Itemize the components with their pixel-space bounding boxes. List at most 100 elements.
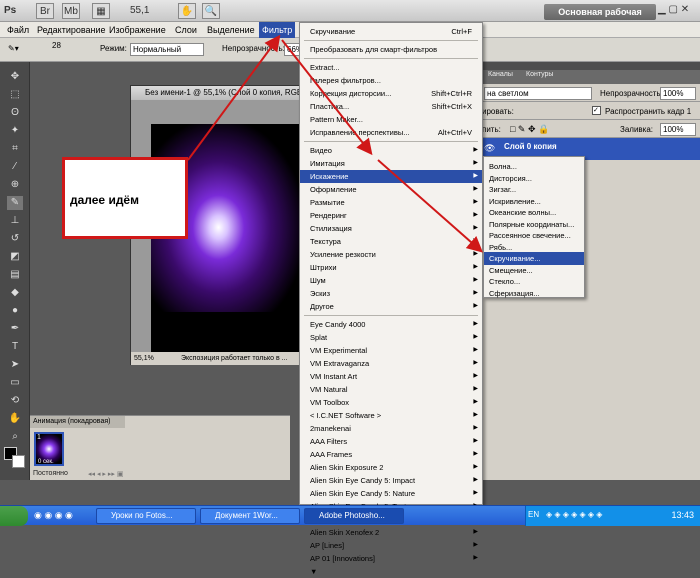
type-tool-icon[interactable]: T: [7, 340, 23, 354]
filter-menu-item[interactable]: VM Experimental ▶: [300, 344, 482, 357]
filter-menu-item[interactable]: Усиление резкости ▶: [300, 248, 482, 261]
eraser-icon[interactable]: ◩: [7, 250, 23, 264]
blend-mode-select[interactable]: на светлом: [484, 87, 592, 100]
pen-tool-icon[interactable]: ✒: [7, 322, 23, 336]
brush-tool-icon[interactable]: ✎: [7, 196, 23, 210]
filter-menu-item[interactable]: Текстура ▶: [300, 235, 482, 248]
layer-name[interactable]: Слой 0 копия: [504, 142, 557, 151]
canvas-image-lower[interactable]: [151, 312, 301, 352]
filter-menu-item[interactable]: Рендеринг ▶: [300, 209, 482, 222]
path-select-icon[interactable]: ➤: [7, 358, 23, 372]
filter-menu-item[interactable]: Оформление ▶: [300, 183, 482, 196]
gradient-icon[interactable]: ▤: [7, 268, 23, 282]
filter-menu-item[interactable]: Коррекция дисторсии... Shift+Ctrl+R: [300, 87, 482, 100]
zoom-tool-icon[interactable]: ⌕: [7, 430, 23, 444]
filter-menu-item[interactable]: Extract...: [300, 61, 482, 74]
animation-tab[interactable]: Анимация (покадровая): [30, 416, 125, 428]
filter-menu-item[interactable]: AAA Filters ▶: [300, 435, 482, 448]
fill-field[interactable]: 100%: [660, 123, 696, 136]
playback-buttons[interactable]: ◂◂ ◂ ▸ ▸▸ ▣: [88, 470, 123, 478]
filter-menu-item[interactable]: VM Toolbox ▶: [300, 396, 482, 409]
filter-menu-item[interactable]: VM Extravaganza ▶: [300, 357, 482, 370]
filter-menu-item[interactable]: Преобразовать для смарт-фильтров: [300, 43, 482, 56]
filter-menu-item[interactable]: Эскиз ▶: [300, 287, 482, 300]
bridge-icon[interactable]: Br: [36, 3, 54, 19]
filter-menu-item[interactable]: Исправление перспективы... Alt+Ctrl+V: [300, 126, 482, 139]
document-title[interactable]: Без имени-1 @ 55,1% (Слой 0 копия, RGB: [131, 86, 301, 100]
filter-menu-item[interactable]: Размытие ▶: [300, 196, 482, 209]
filter-menu-item[interactable]: Стилизация ▶: [300, 222, 482, 235]
filter-menu-item[interactable]: Скручивание Ctrl+F: [300, 25, 482, 38]
animation-frame[interactable]: 1 0 сек.: [34, 432, 64, 466]
filter-menu-item[interactable]: VM Natural ▶: [300, 383, 482, 396]
taskbar-btn-browser[interactable]: Уроки по Fotos...: [96, 508, 196, 524]
loop-select[interactable]: Постоянно: [33, 470, 68, 477]
filter-menu-item[interactable]: AAA Frames ▶: [300, 448, 482, 461]
filter-menu-item[interactable]: Alien Skin Exposure 2 ▶: [300, 461, 482, 474]
blur-tool-icon[interactable]: ◆: [7, 286, 23, 300]
eye-icon[interactable]: 👁: [484, 143, 495, 154]
brush-tool-icon[interactable]: ✎▾: [8, 44, 19, 53]
filter-menu-item[interactable]: < I.C.NET Software > ▶: [300, 409, 482, 422]
lasso-tool-icon[interactable]: ʘ: [7, 106, 23, 120]
filter-menu-item[interactable]: Галерея фильтров...: [300, 74, 482, 87]
history-brush-icon[interactable]: ↺: [7, 232, 23, 246]
menu-edit[interactable]: Редактирование: [34, 22, 109, 38]
menu-filter[interactable]: Фильтр: [259, 22, 296, 38]
brush-size[interactable]: 28: [52, 41, 61, 50]
hand-tool-icon[interactable]: ✋: [7, 412, 23, 426]
zoom-level[interactable]: 55,1: [130, 3, 149, 19]
3d-rotate-icon[interactable]: ⟲: [7, 394, 23, 408]
workspace-button[interactable]: Основная рабочая среда: [544, 4, 656, 33]
tab-paths[interactable]: Контуры: [526, 71, 553, 78]
quicklaunch-icons[interactable]: ◉ ◉ ◉ ◉: [34, 510, 73, 521]
background-color-swatch[interactable]: [12, 455, 25, 468]
move-tool-icon[interactable]: ✥: [7, 70, 23, 84]
filter-menu-item[interactable]: Пластика... Shift+Ctrl+X: [300, 100, 482, 113]
menu-file[interactable]: Файл: [4, 22, 32, 38]
quick-select-icon[interactable]: ✦: [7, 124, 23, 138]
propagate-checkbox[interactable]: ✓: [592, 106, 601, 115]
filter-menu-item[interactable]: Splat ▶: [300, 331, 482, 344]
taskbar-btn-word[interactable]: Документ 1Wor...: [200, 508, 300, 524]
menu-more-arrow[interactable]: ▼: [300, 565, 482, 578]
filter-menu-item[interactable]: Alien Skin Eye Candy 5: Nature ▶: [300, 487, 482, 500]
start-button[interactable]: [0, 506, 28, 526]
mode-select[interactable]: Нормальный: [130, 43, 204, 56]
filter-menu-item[interactable]: AP [Lines] ▶: [300, 539, 482, 552]
zoom-icon[interactable]: 🔍: [202, 3, 220, 19]
filter-menu-item[interactable]: Pattern Maker...: [300, 113, 482, 126]
menu-layers[interactable]: Слои: [172, 22, 200, 38]
filter-menu-item[interactable]: Alien Skin Xenofex 2 ▶: [300, 526, 482, 539]
filter-menu-item[interactable]: Искажение ▶: [300, 170, 482, 183]
opacity-field[interactable]: 66%: [284, 43, 300, 56]
filter-menu-item[interactable]: Alien Skin Eye Candy 5: Impact ▶: [300, 474, 482, 487]
tray-icons[interactable]: ◈ ◈ ◈ ◈ ◈ ◈ ◈: [546, 510, 602, 519]
frame-delay[interactable]: 0 сек.: [38, 459, 54, 465]
filter-menu-item[interactable]: VM Instant Art ▶: [300, 370, 482, 383]
grid-icon[interactable]: ▦: [92, 3, 110, 19]
healing-brush-icon[interactable]: ⊕: [7, 178, 23, 192]
tab-channels[interactable]: Каналы: [488, 71, 513, 78]
menu-image[interactable]: Изображение: [106, 22, 169, 38]
hand-icon[interactable]: ✋: [178, 3, 196, 19]
filter-menu-item[interactable]: 2manekenai ▶: [300, 422, 482, 435]
lock-icons[interactable]: □ ✎ ✥ 🔒: [510, 124, 549, 135]
dodge-tool-icon[interactable]: ●: [7, 304, 23, 318]
status-zoom[interactable]: 55,1%: [134, 352, 154, 365]
filter-menu-item[interactable]: Eye Candy 4000 ▶: [300, 318, 482, 331]
marquee-tool-icon[interactable]: ⬚: [7, 88, 23, 102]
filter-menu-item[interactable]: Имитация ▶: [300, 157, 482, 170]
crop-tool-icon[interactable]: ⌗: [7, 142, 23, 156]
window-controls[interactable]: ▁ ▢ ✕: [658, 4, 698, 18]
menu-select[interactable]: Выделение: [204, 22, 258, 38]
clone-stamp-icon[interactable]: ⊥: [7, 214, 23, 228]
filter-menu-item[interactable]: Шум ▶: [300, 274, 482, 287]
mini-bridge-icon[interactable]: Mb: [62, 3, 80, 19]
distort-menu-item[interactable]: Сферизация...: [484, 287, 584, 300]
filter-menu-item[interactable]: Видео ▶: [300, 144, 482, 157]
shape-tool-icon[interactable]: ▭: [7, 376, 23, 390]
language-indicator[interactable]: EN: [528, 510, 539, 519]
taskbar-btn-photoshop[interactable]: Adobe Photosho...: [304, 508, 404, 524]
filter-menu-item[interactable]: Штрихи ▶: [300, 261, 482, 274]
